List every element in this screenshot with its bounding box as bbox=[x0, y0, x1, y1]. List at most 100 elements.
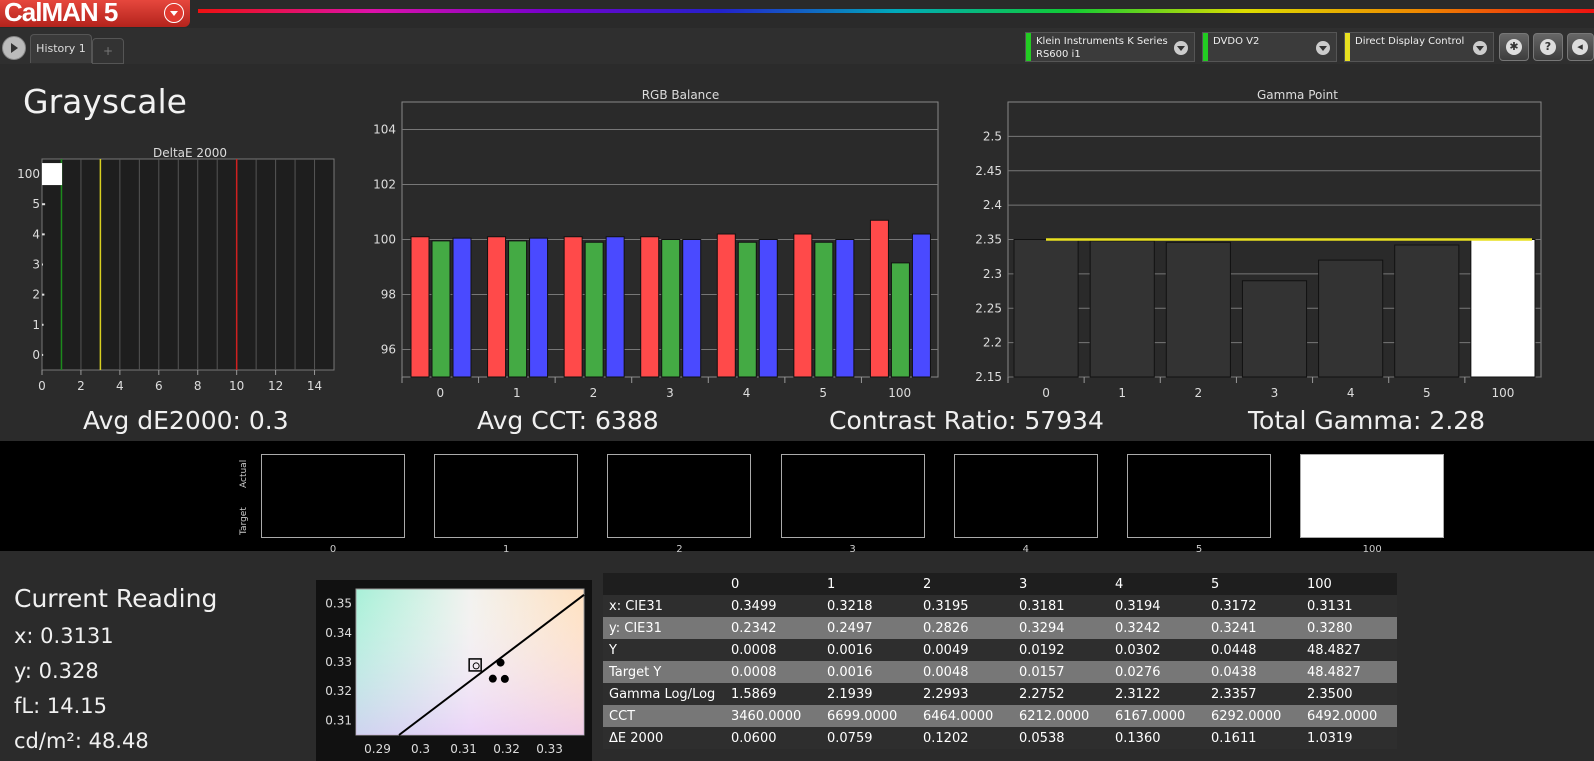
app-logo[interactable]: CalMAN 5 bbox=[0, 0, 190, 27]
row-label: ΔE 2000 bbox=[603, 727, 725, 749]
gamma-bar bbox=[1013, 239, 1079, 378]
table-cell: 1.0319 bbox=[1301, 727, 1397, 749]
back-button[interactable]: ◂ bbox=[1567, 33, 1594, 61]
table-cell: 0.0759 bbox=[821, 727, 917, 749]
play-icon[interactable] bbox=[2, 36, 26, 60]
x-tick-label: 3 bbox=[1271, 386, 1279, 400]
table-row[interactable]: ΔE 2000 0.0600 0.0759 0.1202 0.0538 0.1360 0.1… bbox=[603, 727, 1397, 749]
x-tick-label: 100 bbox=[888, 386, 911, 400]
deltae-bar bbox=[42, 323, 44, 326]
device-selector-meter[interactable]: Klein Instruments K Series RS600 i1 bbox=[1025, 32, 1195, 62]
y-tick-label: 0.33 bbox=[325, 655, 352, 669]
table-cell: 0.0049 bbox=[917, 639, 1013, 661]
chevron-down-icon[interactable] bbox=[1316, 41, 1330, 55]
y-tick-label: 0.34 bbox=[325, 626, 352, 640]
table-cell: 0.3194 bbox=[1109, 595, 1205, 617]
table-cell: 2.1939 bbox=[821, 683, 917, 705]
column-header: 3 bbox=[1013, 573, 1109, 595]
x-tick-label: 100 bbox=[1491, 386, 1514, 400]
table-cell: 0.3242 bbox=[1109, 617, 1205, 639]
row-label: y: CIE31 bbox=[603, 617, 725, 639]
app-menu-dropdown-icon[interactable] bbox=[164, 3, 184, 23]
table-cell: 0.3172 bbox=[1205, 595, 1301, 617]
table-row[interactable]: Target Y 0.0008 0.0016 0.0048 0.0157 0.0276 0.… bbox=[603, 661, 1397, 683]
table-cell: 0.0016 bbox=[821, 639, 917, 661]
help-icon: ? bbox=[1540, 39, 1556, 55]
deltae-bar bbox=[42, 293, 45, 296]
reading-x: x: 0.3131 bbox=[14, 624, 114, 648]
x-tick-label: 1 bbox=[1118, 386, 1126, 400]
chevron-down-icon[interactable] bbox=[1473, 41, 1487, 55]
y-tick-label: 2.4 bbox=[983, 198, 1002, 212]
table-cell: 0.0276 bbox=[1109, 661, 1205, 683]
y-tick-label: 0 bbox=[32, 348, 40, 362]
swatch-label: 100 bbox=[1362, 544, 1382, 555]
plot-area bbox=[41, 158, 335, 371]
table-cell: 0.3499 bbox=[725, 595, 821, 617]
table-cell: 0.3294 bbox=[1013, 617, 1109, 639]
column-header bbox=[603, 573, 725, 595]
swatch-100[interactable] bbox=[1300, 454, 1445, 538]
y-tick-label: 2.3 bbox=[983, 267, 1002, 281]
table-cell: 0.0538 bbox=[1013, 727, 1109, 749]
swatch-2[interactable] bbox=[607, 454, 752, 538]
x-tick-label: 5 bbox=[819, 386, 827, 400]
table-row[interactable]: CCT 3460.0000 6699.0000 6464.0000 6212.0000 6… bbox=[603, 705, 1397, 727]
y-tick-label: 0.32 bbox=[325, 684, 352, 698]
swatch-3[interactable] bbox=[780, 454, 925, 538]
swatch-4[interactable] bbox=[953, 454, 1098, 538]
y-tick-label: 2.45 bbox=[975, 164, 1002, 178]
logo-text: CalMAN 5 bbox=[4, 0, 118, 27]
table-cell: 2.2993 bbox=[917, 683, 1013, 705]
y-tick-label: 1 bbox=[32, 318, 40, 332]
table-cell: 6492.0000 bbox=[1301, 705, 1397, 727]
column-header: 0 bbox=[725, 573, 821, 595]
y-tick-label: 2.15 bbox=[975, 370, 1002, 384]
table-cell: 0.0192 bbox=[1013, 639, 1109, 661]
table-row[interactable]: Y 0.0008 0.0016 0.0049 0.0192 0.0302 0.0448 48.… bbox=[603, 639, 1397, 661]
reading-y: y: 0.328 bbox=[14, 659, 99, 683]
measured-point bbox=[496, 658, 505, 667]
device-selector-source[interactable]: DVDO V2 bbox=[1202, 32, 1337, 62]
device-selector-display[interactable]: Direct Display Control bbox=[1344, 32, 1494, 62]
rgb-bar bbox=[661, 239, 681, 378]
gamma-bar bbox=[1089, 240, 1155, 378]
table-cell: 0.2497 bbox=[821, 617, 917, 639]
table-cell: 0.2826 bbox=[917, 617, 1013, 639]
swatch-0[interactable] bbox=[261, 454, 405, 538]
rgb-bar bbox=[487, 236, 507, 378]
table-cell: 0.0302 bbox=[1109, 639, 1205, 661]
swatch-label: 5 bbox=[1195, 544, 1203, 555]
device-name: Klein Instruments K Series bbox=[1036, 36, 1168, 47]
x-tick-label: 0.32 bbox=[493, 742, 520, 756]
rgb-bar bbox=[563, 236, 583, 378]
gamma-bar bbox=[1470, 239, 1536, 378]
row-label: Gamma Log/Log bbox=[603, 683, 725, 705]
gear-icon: ✱ bbox=[1506, 39, 1522, 55]
rgb-bar bbox=[605, 236, 625, 378]
deltae-bar bbox=[42, 233, 45, 236]
help-button[interactable]: ? bbox=[1533, 33, 1563, 61]
x-tick-label: 2 bbox=[1195, 386, 1203, 400]
y-tick-label: 0.31 bbox=[325, 713, 352, 727]
add-tab-button[interactable]: + bbox=[92, 38, 124, 64]
swatch-5[interactable] bbox=[1127, 454, 1271, 538]
table-cell: 0.3195 bbox=[917, 595, 1013, 617]
table-cell: 0.0008 bbox=[725, 639, 821, 661]
x-tick-label: 0.3 bbox=[411, 742, 430, 756]
table-row[interactable]: y: CIE31 0.2342 0.2497 0.2826 0.3294 0.3242 0.… bbox=[603, 617, 1397, 639]
y-tick-label: 100 bbox=[17, 167, 40, 181]
swatch-1[interactable] bbox=[434, 454, 579, 538]
tab-history-1[interactable]: History 1 bbox=[30, 34, 92, 63]
y-tick-label: 3 bbox=[32, 258, 40, 272]
chevron-down-icon[interactable] bbox=[1174, 41, 1188, 55]
table-row[interactable]: Gamma Log/Log 1.5869 2.1939 2.2993 2.2752 2.3… bbox=[603, 683, 1397, 705]
column-header: 2 bbox=[917, 573, 1013, 595]
measured-point bbox=[500, 674, 509, 683]
swatch-actual-label: Actual bbox=[239, 459, 249, 488]
table-cell: 0.3218 bbox=[821, 595, 917, 617]
table-cell: 2.3122 bbox=[1109, 683, 1205, 705]
table-row[interactable]: x: CIE31 0.3499 0.3218 0.3195 0.3181 0.3194 0.… bbox=[603, 595, 1397, 617]
table-cell: 48.4827 bbox=[1301, 639, 1397, 661]
settings-button[interactable]: ✱ bbox=[1499, 33, 1529, 61]
